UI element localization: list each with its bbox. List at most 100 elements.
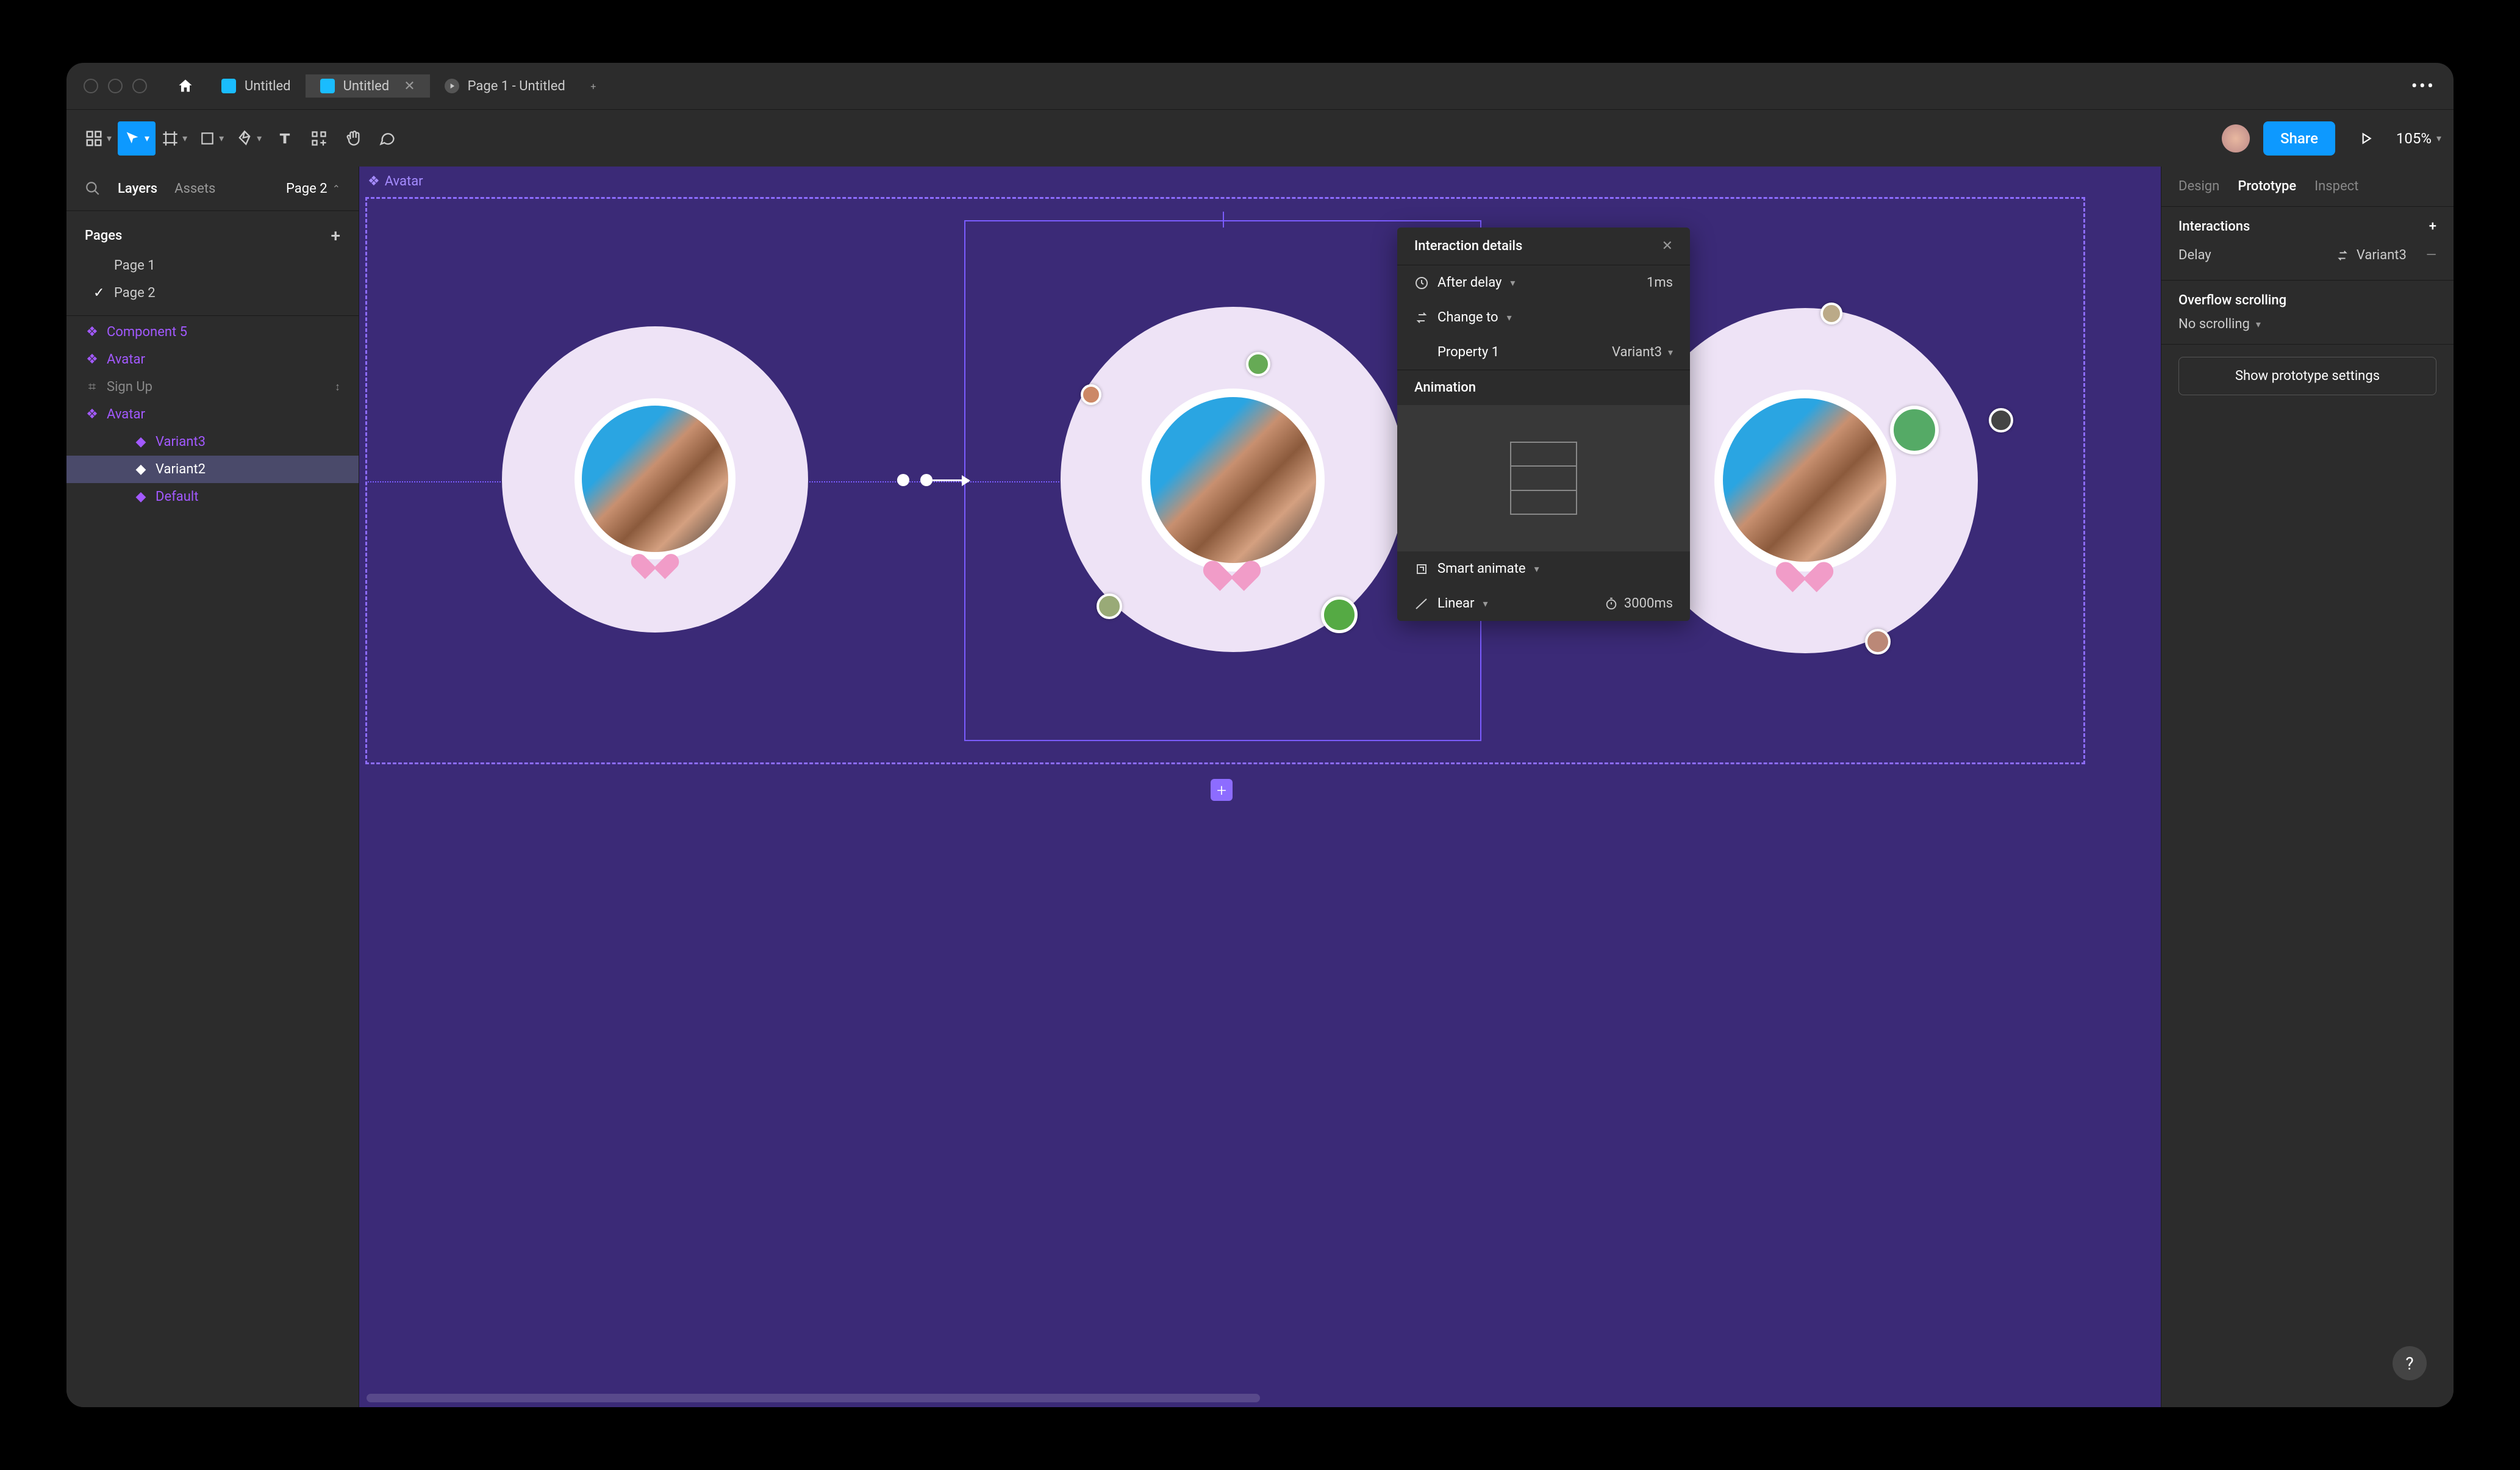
- layer-label: Variant2: [156, 462, 206, 477]
- layer-row[interactable]: ❖ Avatar: [66, 401, 359, 428]
- page-item[interactable]: Page 1: [85, 252, 340, 279]
- component-icon: ❖: [85, 407, 99, 422]
- animation-section-label: Animation: [1397, 370, 1690, 405]
- assets-tab[interactable]: Assets: [174, 181, 215, 196]
- user-avatar[interactable]: [2222, 124, 2250, 152]
- page-item-active[interactable]: ✓ Page 2: [85, 279, 340, 307]
- file-tab[interactable]: Page 1 - Untitled: [430, 74, 580, 98]
- help-button[interactable]: ?: [2393, 1346, 2427, 1380]
- zoom-control[interactable]: 105% ▾: [2396, 130, 2441, 147]
- interaction-row[interactable]: Delay Variant3 —: [2178, 243, 2436, 268]
- tab-label: Page 1 - Untitled: [468, 79, 565, 94]
- orbit-avatar: [1890, 406, 1939, 454]
- layer-label: Variant3: [156, 434, 206, 450]
- move-tool[interactable]: ▾: [118, 121, 156, 156]
- file-tab[interactable]: Untitled: [207, 74, 306, 98]
- orbit-avatar: [1820, 303, 1842, 324]
- frame-label[interactable]: ❖ Avatar: [368, 174, 423, 189]
- avatar-photo: [1150, 397, 1316, 563]
- close-tab-icon[interactable]: ✕: [404, 79, 415, 94]
- chevron-icon: ⌃: [332, 183, 340, 195]
- add-page-button[interactable]: +: [331, 226, 340, 246]
- interactions-section: Interactions + Delay Variant3 —: [2161, 207, 2454, 281]
- animate-type-row[interactable]: Smart animate ▾: [1397, 551, 1690, 586]
- clock-icon: [1414, 276, 1429, 290]
- trigger-value[interactable]: 1ms: [1647, 275, 1673, 290]
- trigger-label: After delay: [1437, 275, 1502, 290]
- property-row[interactable]: Property 1 Variant3 ▾: [1397, 335, 1690, 370]
- curve-row[interactable]: Linear ▾ 3000ms: [1397, 586, 1690, 621]
- main-area: Layers Assets Page 2 ⌃ Pages + Page 1 ✓: [66, 167, 2454, 1407]
- orbit-avatar: [1865, 629, 1891, 654]
- add-variant-button[interactable]: +: [1211, 779, 1233, 801]
- chevron-down-icon: ▾: [182, 132, 187, 144]
- interaction-target: Variant3: [2357, 248, 2407, 263]
- variant-icon: ◆: [134, 462, 148, 477]
- hand-tool[interactable]: [336, 121, 370, 156]
- layer-row[interactable]: ⌗ Sign Up ↕: [66, 373, 359, 401]
- pen-tool[interactable]: ▾: [230, 121, 268, 156]
- comment-tool[interactable]: [370, 121, 404, 156]
- canvas[interactable]: ❖ Avatar: [359, 167, 2161, 1407]
- component-icon: ❖: [368, 174, 380, 189]
- layer-row-selected[interactable]: ◆ Variant2: [66, 456, 359, 483]
- orbit-avatar: [1246, 352, 1270, 376]
- shape-tool[interactable]: ▾: [193, 121, 230, 156]
- layer-row[interactable]: ❖ Avatar: [66, 346, 359, 373]
- minimize-window-button[interactable]: [108, 79, 123, 93]
- app-menu-button[interactable]: •••: [2393, 76, 2454, 97]
- chevron-down-icon: ▾: [1507, 312, 1512, 323]
- home-button[interactable]: [164, 74, 207, 98]
- pages-header-label: Pages: [85, 228, 122, 243]
- bolt-icon: [1414, 562, 1429, 576]
- figma-file-icon: [320, 79, 335, 93]
- frame-tool[interactable]: ▾: [156, 121, 193, 156]
- curve-label: Linear: [1437, 596, 1474, 611]
- swap-icon: [1414, 310, 1429, 325]
- trigger-row[interactable]: After delay ▾ 1ms: [1397, 265, 1690, 300]
- property-label: Property 1: [1437, 345, 1499, 360]
- resources-tool[interactable]: [302, 121, 336, 156]
- animate-label: Smart animate: [1437, 561, 1526, 576]
- maximize-window-button[interactable]: [132, 79, 147, 93]
- page-selector[interactable]: Page 2 ⌃: [286, 181, 340, 196]
- layer-row[interactable]: ❖ Component 5: [66, 318, 359, 346]
- layer-label: Avatar: [107, 407, 145, 422]
- share-button[interactable]: Share: [2263, 121, 2335, 156]
- heart-icon: [1214, 548, 1250, 579]
- heart-icon: [640, 543, 670, 569]
- add-interaction-button[interactable]: +: [2429, 219, 2436, 234]
- property-value: Variant3: [1612, 345, 1662, 360]
- overflow-select[interactable]: No scrolling ▾: [2178, 317, 2436, 332]
- main-menu-button[interactable]: ▾: [79, 121, 118, 156]
- resize-handle[interactable]: [1223, 212, 1224, 228]
- inspect-tab[interactable]: Inspect: [2314, 179, 2358, 194]
- connection-start-handle[interactable]: [897, 474, 909, 486]
- layer-row[interactable]: ◆ Default: [66, 483, 359, 511]
- chevron-down-icon: ▾: [1668, 346, 1673, 358]
- remove-interaction-button[interactable]: —: [2426, 248, 2436, 263]
- chevron-down-icon: ▾: [107, 132, 112, 144]
- connection-start-handle[interactable]: [920, 474, 932, 486]
- layer-row[interactable]: ◆ Variant3: [66, 428, 359, 456]
- interaction-details-popup: Interaction details ✕ After delay ▾ 1ms: [1397, 228, 1690, 621]
- design-tab[interactable]: Design: [2178, 179, 2219, 194]
- titlebar: Untitled Untitled ✕ Page 1 - Untitled + …: [66, 63, 2454, 109]
- figma-file-icon: [221, 79, 236, 93]
- prototype-tab[interactable]: Prototype: [2238, 179, 2296, 194]
- action-row[interactable]: Change to ▾: [1397, 300, 1690, 335]
- close-popup-button[interactable]: ✕: [1662, 238, 1673, 254]
- swap-icon: [2336, 249, 2349, 262]
- horizontal-scrollbar[interactable]: [367, 1394, 1260, 1402]
- text-tool[interactable]: [268, 121, 302, 156]
- search-icon[interactable]: [85, 181, 101, 196]
- close-window-button[interactable]: [84, 79, 98, 93]
- duration-value[interactable]: 3000ms: [1624, 596, 1673, 611]
- file-tab-active[interactable]: Untitled ✕: [306, 74, 430, 98]
- present-button[interactable]: [2349, 121, 2383, 156]
- action-label: Change to: [1437, 310, 1498, 325]
- scroll-icon: ↕: [335, 381, 340, 393]
- show-prototype-settings-button[interactable]: Show prototype settings: [2178, 357, 2436, 395]
- new-tab-button[interactable]: +: [580, 74, 607, 98]
- layers-tab[interactable]: Layers: [118, 181, 157, 196]
